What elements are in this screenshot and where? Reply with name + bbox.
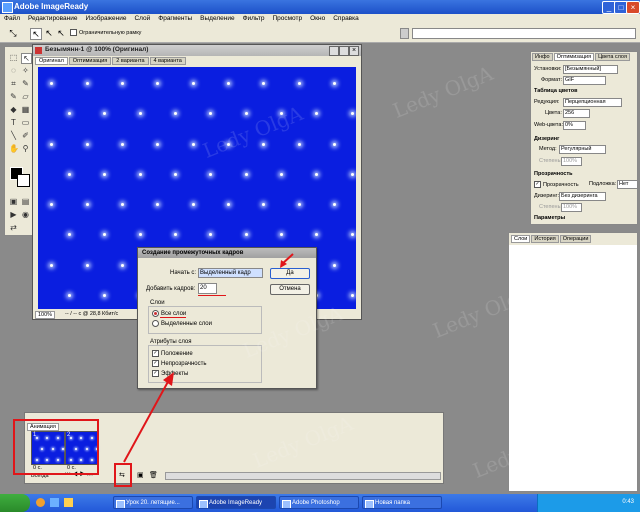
- clock: 0:43: [622, 499, 634, 505]
- annotation-arrow-line: [123, 377, 171, 463]
- task-new-folder[interactable]: Новая папка: [362, 496, 442, 509]
- annotation-arrow-head: [163, 372, 174, 386]
- start-button[interactable]: [0, 494, 30, 512]
- task-imageready[interactable]: Adobe ImageReady: [196, 496, 276, 509]
- ie-quicklaunch-icon[interactable]: [50, 498, 59, 507]
- folder-quicklaunch-icon[interactable]: [64, 498, 73, 507]
- task-photoshop[interactable]: Adobe Photoshop: [279, 496, 359, 509]
- firefox-quicklaunch-icon[interactable]: [36, 498, 45, 507]
- taskbar: Урок 20. летящие... Adobe ImageReady Ado…: [0, 494, 640, 512]
- task-lesson[interactable]: Урок 20. летящие...: [113, 496, 193, 509]
- system-tray: 0:43: [537, 494, 640, 512]
